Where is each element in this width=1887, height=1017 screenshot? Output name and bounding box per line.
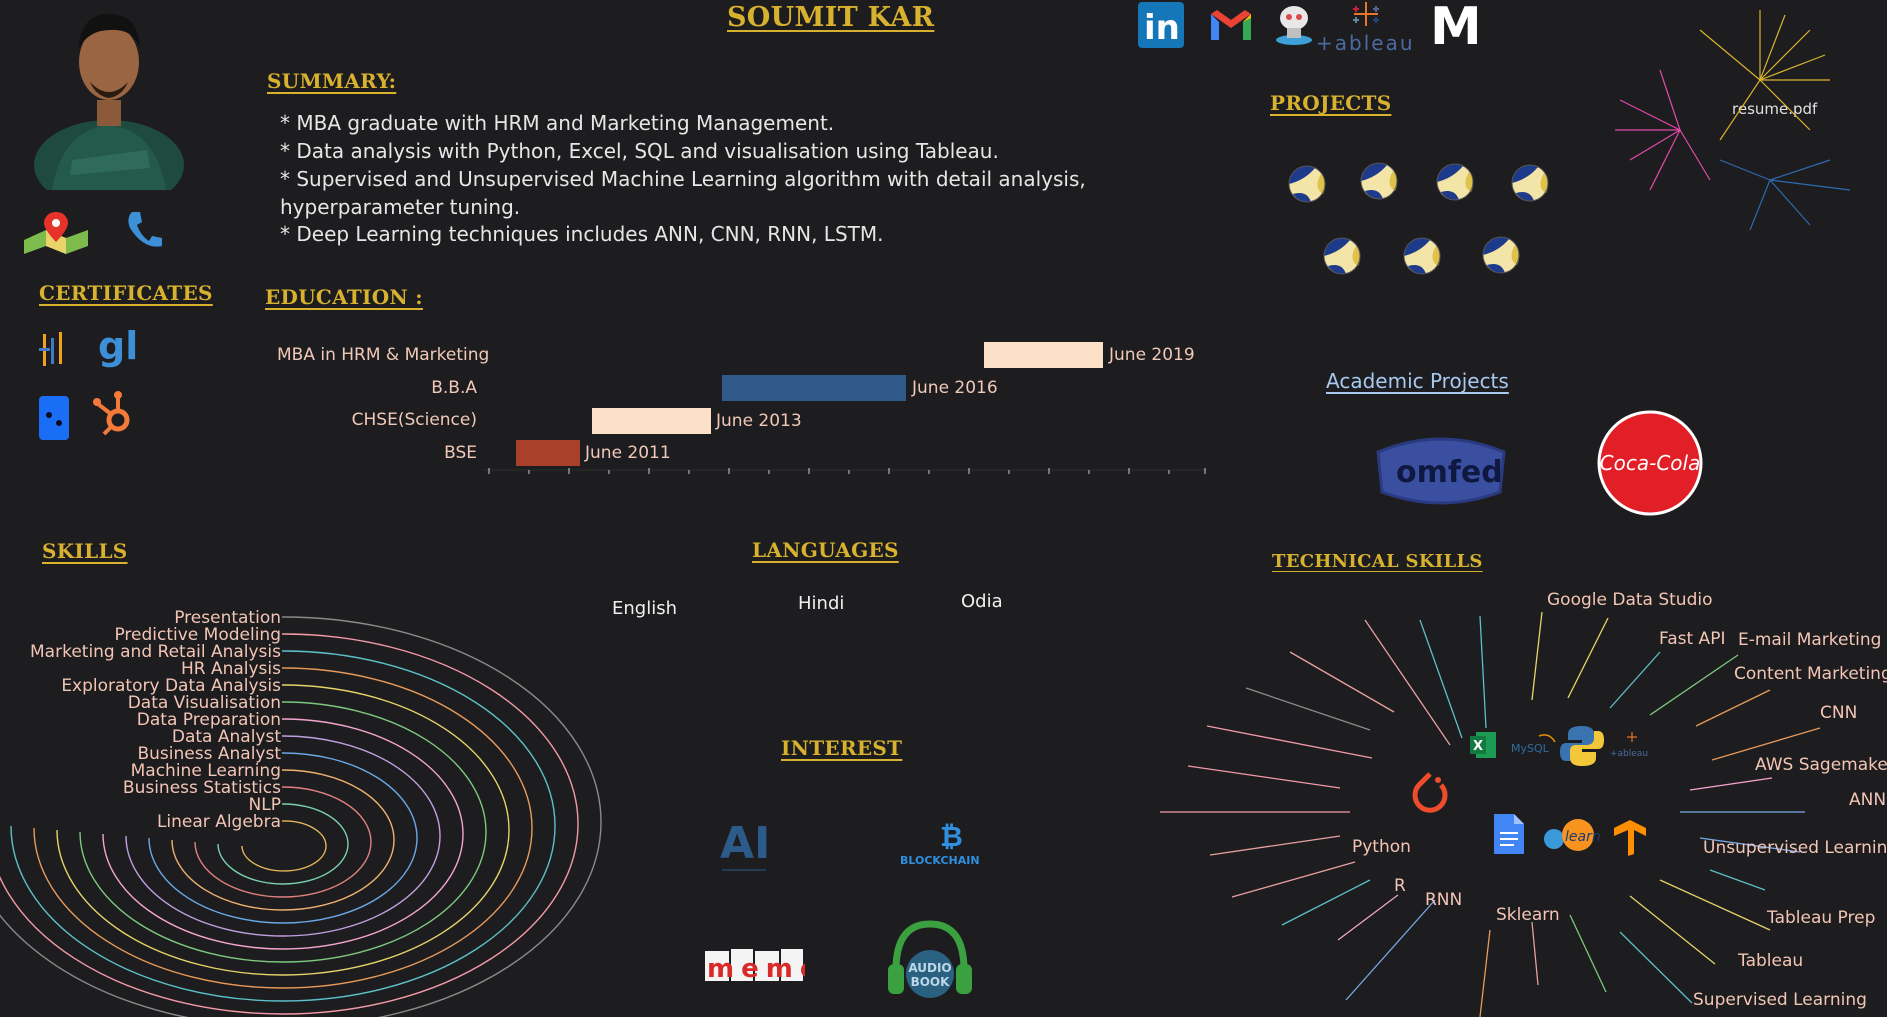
pytorch-icon (1405, 768, 1455, 820)
great-learning-cert-icon[interactable]: gl (96, 325, 141, 370)
meme-icon[interactable]: meme (705, 945, 817, 985)
tech-skill-label: Unsupervised Learning (1703, 838, 1887, 858)
tensorflow-icon (1610, 818, 1650, 858)
education-label: BSE (444, 443, 477, 463)
excel-icon: X (1468, 730, 1498, 760)
hubspot-cert-icon[interactable] (92, 386, 137, 438)
education-axis (485, 468, 1207, 474)
tech-skill-label: AWS Sagemaker (1755, 755, 1887, 775)
fireworks-decoration (1615, 10, 1851, 231)
omfed-logo[interactable]: omfed (1374, 432, 1508, 508)
svg-text:+ableau: +ableau (1316, 31, 1415, 55)
academic-projects-heading: Academic Projects (1326, 369, 1509, 393)
education-label: MBA in HRM & Marketing (277, 345, 490, 365)
language-english: English (612, 598, 677, 619)
education-bar-chse (592, 408, 711, 434)
svg-text:gl: gl (98, 325, 138, 368)
svg-text:+ableau: +ableau (1610, 749, 1648, 759)
phone-icon[interactable] (124, 208, 164, 253)
tableau-public-icon[interactable]: +ableau (1316, 0, 1416, 56)
education-date: June 2016 (912, 378, 998, 398)
project-ball-icon (1403, 237, 1441, 275)
technical-skills-heading: TECHNICAL SKILLS (1272, 551, 1483, 572)
tableau-cert-icon[interactable] (38, 330, 68, 370)
svg-text:₿: ₿ (940, 820, 963, 853)
summary-heading: SUMMARY: (267, 69, 397, 93)
svg-text:AI: AI (720, 818, 770, 869)
education-bar-bse (516, 440, 580, 466)
tech-skill-label: E-mail Marketing (1738, 630, 1882, 650)
mysql-icon: MySQL (1509, 730, 1559, 760)
summary-line-3: * Supervised and Unsupervised Machine Le… (280, 167, 1086, 191)
project-ball-icon (1288, 165, 1326, 203)
education-heading: EDUCATION : (265, 285, 423, 309)
tech-skill-label: Fast API (1659, 629, 1726, 649)
tech-skill-label: Python (1352, 837, 1411, 857)
blockchain-icon[interactable]: ₿ BLOCKCHAIN (898, 818, 1008, 868)
audiobook-icon[interactable]: AUDIO BOOK (880, 912, 980, 1012)
language-odia: Odia (961, 591, 1003, 612)
svg-text:meme: meme (707, 954, 805, 984)
ai-icon[interactable]: AI (716, 810, 772, 880)
project-ball-icon (1511, 164, 1549, 202)
tech-skill-label: Google Data Studio (1547, 590, 1713, 610)
tech-skill-label: Tableau (1738, 951, 1804, 971)
interest-heading: INTEREST (781, 736, 903, 760)
svg-text:omfed: omfed (1396, 455, 1503, 490)
education-date: June 2011 (585, 443, 671, 463)
project-ball-icon (1482, 236, 1520, 274)
language-hindi: Hindi (798, 593, 845, 614)
scikit-learn-icon: learn (1540, 815, 1600, 855)
education-date: June 2013 (716, 411, 802, 431)
medium-icon[interactable]: M (1428, 0, 1488, 50)
summary-line-4: hyperparameter tuning. (280, 195, 521, 219)
tech-skill-label: Supervised Learning (1693, 990, 1867, 1010)
map-location-icon[interactable] (20, 210, 92, 255)
projects-heading: PROJECTS (1270, 91, 1392, 115)
kaggle-mascot-icon[interactable] (1272, 2, 1316, 48)
tableau-icon: +ableau (1608, 730, 1656, 760)
profile-photo (32, 0, 187, 210)
svg-text:AUDIO: AUDIO (908, 961, 951, 975)
tech-skill-label: Sklearn (1496, 905, 1560, 925)
svg-text:in: in (1144, 8, 1180, 48)
tech-skill-label: RNN (1425, 890, 1463, 910)
svg-text:M: M (1430, 0, 1482, 50)
google-docs-icon (1492, 812, 1526, 856)
tech-skill-label: Content Marketing (1734, 664, 1887, 684)
summary-line-1: * MBA graduate with HRM and Marketing Ma… (280, 111, 835, 135)
google-cert-icon[interactable] (38, 395, 70, 441)
tech-skill-label: ANN (1849, 790, 1887, 810)
project-ball-icon (1436, 163, 1474, 201)
summary-line-5: * Deep Learning techniques includes ANN,… (280, 222, 884, 246)
page-title: SOUMIT KAR (727, 2, 935, 33)
svg-text:learn: learn (1565, 829, 1600, 845)
svg-text:X: X (1473, 739, 1483, 754)
tech-skill-label: Tableau Prep (1767, 908, 1876, 928)
python-icon (1560, 724, 1604, 768)
skills-spiral (0, 616, 602, 1017)
project-ball-icon (1323, 237, 1361, 275)
project-ball-icon (1360, 162, 1398, 200)
education-bar-bba (722, 375, 906, 401)
skill-label: Linear Algebra (156, 812, 281, 832)
project-balls (1288, 162, 1549, 275)
education-date: June 2019 (1109, 345, 1195, 365)
cocacola-logo[interactable]: Coca-Cola (1597, 410, 1703, 516)
tech-skill-label: CNN (1820, 703, 1858, 723)
education-label: CHSE(Science) (351, 410, 477, 430)
skills-heading: SKILLS (42, 539, 128, 563)
education-label: B.B.A (431, 378, 477, 398)
linkedin-icon[interactable]: in (1138, 2, 1184, 48)
gmail-icon[interactable] (1209, 8, 1253, 42)
svg-text:MySQL: MySQL (1511, 742, 1550, 755)
education-bar-mba (984, 342, 1103, 368)
svg-text:BLOCKCHAIN: BLOCKCHAIN (900, 854, 980, 867)
summary-line-2: * Data analysis with Python, Excel, SQL … (280, 139, 999, 163)
certificates-heading: CERTIFICATES (39, 281, 213, 305)
svg-text:BOOK: BOOK (911, 975, 951, 989)
svg-text:Coca-Cola: Coca-Cola (1600, 451, 1701, 475)
tech-skill-label: R (1394, 876, 1406, 896)
languages-heading: LANGUAGES (752, 538, 899, 562)
